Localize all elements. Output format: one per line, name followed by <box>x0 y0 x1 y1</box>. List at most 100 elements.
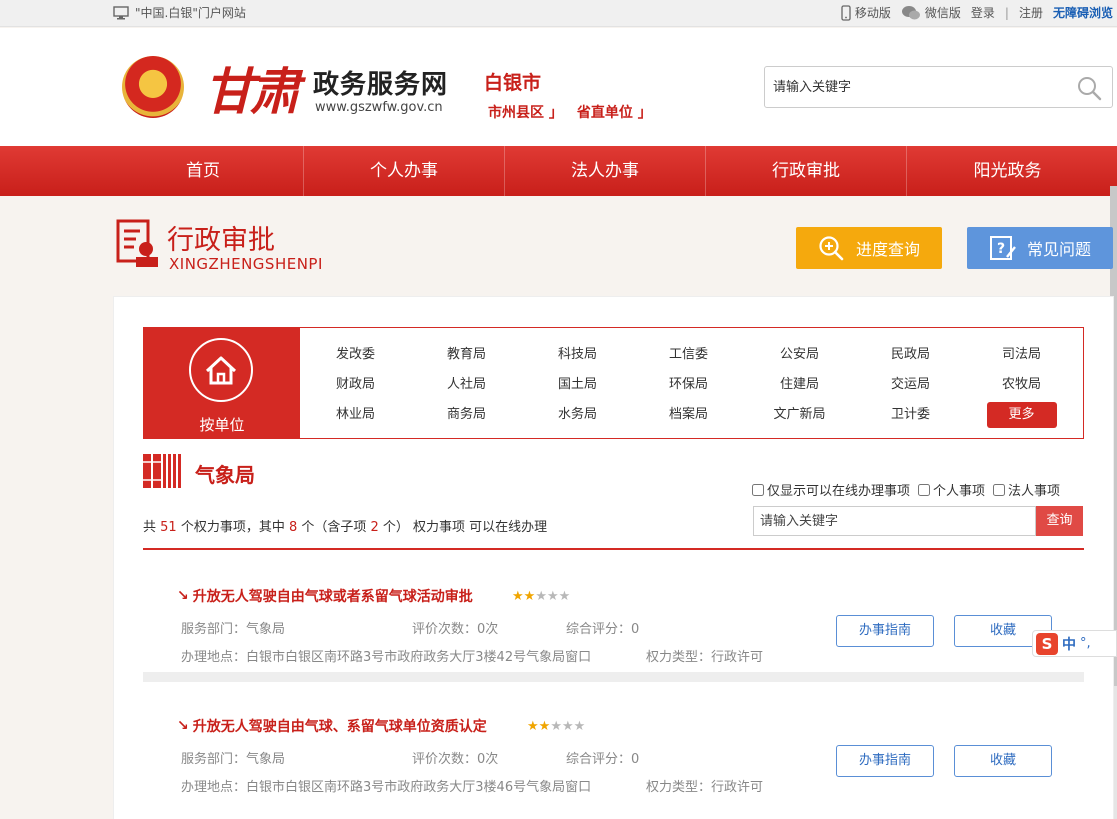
ime-mode[interactable]: 中 <box>1062 634 1076 654</box>
sogou-logo-icon[interactable]: S <box>1036 632 1058 655</box>
dept-link[interactable]: 科技局 <box>522 340 633 370</box>
bureau-title: 气象局 <box>195 463 255 487</box>
divider <box>143 548 1084 550</box>
dept-link[interactable]: 国土局 <box>522 370 633 400</box>
nav-transparent-government[interactable]: 阳光政务 <box>907 146 1108 196</box>
dept-link[interactable]: 文广新局 <box>744 400 855 430</box>
item-title-link[interactable]: ↘ 升放无人驾驶自由气球或者系留气球活动审批 <box>177 586 473 606</box>
city-districts-link[interactable]: 市州县区 」 <box>488 102 563 122</box>
dept-link[interactable]: 档案局 <box>633 400 744 430</box>
personal-items-filter[interactable]: 个人事项 <box>918 480 985 499</box>
item-search <box>753 506 1036 536</box>
nav-corporate-services[interactable]: 法人办事 <box>505 146 706 196</box>
more-departments-label: 更多 <box>986 402 1057 428</box>
item-title: 升放无人驾驶自由气球或者系留气球活动审批 <box>192 589 473 605</box>
top-bar: "中国.白银"门户网站 移动版 微信版 登录 | 注册 无障碍浏览 <box>0 0 1117 27</box>
header-search <box>764 66 1113 108</box>
star-icon: ★★★ <box>550 719 586 734</box>
faq-label: 常见问题 <box>1026 240 1091 259</box>
favorite-button[interactable]: 收藏 <box>954 745 1052 777</box>
provincial-units-link[interactable]: 省直单位 」 <box>577 102 652 122</box>
phone-icon <box>841 4 851 21</box>
header-search-input[interactable] <box>773 76 1073 98</box>
dept-link[interactable]: 水务局 <box>522 400 633 430</box>
service-guide-button[interactable]: 办事指南 <box>836 745 934 777</box>
magnifier-plus-icon <box>819 236 844 261</box>
service-location: 办理地点：白银市白银区南环路3号市政府政务大厅3楼46号气象局窗口 <box>181 780 592 795</box>
personal-items-checkbox[interactable] <box>918 483 931 496</box>
rating-stars: ★★★★★ <box>527 719 585 734</box>
svg-text:?: ? <box>997 241 1005 257</box>
dept-link[interactable]: 工信委 <box>633 340 744 370</box>
star-icon: ★★★ <box>535 589 571 604</box>
dept-link[interactable]: 卫计委 <box>855 400 966 430</box>
search-icon[interactable] <box>1076 75 1102 101</box>
gansu-calligraphy-logo[interactable]: 甘肃 <box>204 52 300 124</box>
item-search-input[interactable] <box>760 508 1030 534</box>
rating-stars: ★★★★★ <box>512 589 570 604</box>
login-link[interactable]: 登录 <box>971 4 995 21</box>
service-dept: 服务部门：气象局 <box>181 622 286 637</box>
divider <box>143 672 1084 682</box>
dept-link[interactable]: 发改委 <box>300 340 411 370</box>
personal-items-label: 个人事项 <box>933 484 986 499</box>
dept-link[interactable]: 交运局 <box>855 370 966 400</box>
item-title: 升放无人驾驶自由气球、系留气球单位资质认定 <box>192 719 487 735</box>
dept-link[interactable]: 住建局 <box>744 370 855 400</box>
nav-home[interactable]: 首页 <box>103 146 304 196</box>
portal-link[interactable]: "中国.白银"门户网站 <box>113 4 246 21</box>
item-title-link[interactable]: ↘ 升放无人驾驶自由气球、系留气球单位资质认定 <box>177 716 487 736</box>
nav-personal-services[interactable]: 个人办事 <box>304 146 505 196</box>
faq-button[interactable]: ? 常见问题 <box>967 227 1113 269</box>
dept-link[interactable]: 公安局 <box>744 340 855 370</box>
by-unit-tab[interactable]: 按单位 <box>144 328 300 438</box>
dept-link[interactable]: 农牧局 <box>966 370 1077 400</box>
dept-link[interactable]: 商务局 <box>411 400 522 430</box>
ime-punctuation[interactable]: °, <box>1080 636 1091 651</box>
online-only-filter[interactable]: 仅显示可以在线办理事项 <box>752 480 910 499</box>
site-url: www.gszwfw.gov.cn <box>315 100 443 115</box>
list-item: ↘ 升放无人驾驶自由气球或者系留气球活动审批 ★★★★★ 服务部门：气象局 评价… <box>143 560 1084 682</box>
query-button[interactable]: 查询 <box>1036 506 1083 536</box>
progress-query-button[interactable]: 进度查询 <box>796 227 942 269</box>
site-title: 政务服务网 <box>313 70 449 100</box>
dept-link[interactable]: 财政局 <box>300 370 411 400</box>
ime-toolbar[interactable]: S 中 °, <box>1032 630 1117 657</box>
sub-item-count: 2 <box>370 520 379 535</box>
question-edit-icon: ? <box>989 236 1016 260</box>
summary-text: 个（含子项 <box>297 520 371 535</box>
item-filters: 仅显示可以在线办理事项 个人事项 法人事项 <box>752 480 1060 499</box>
corporate-items-filter[interactable]: 法人事项 <box>993 480 1060 499</box>
site-header: 甘肃 政务服务网 www.gszwfw.gov.cn 白银市 市州县区 」 省直… <box>0 28 1117 146</box>
power-type: 权力类型：行政许可 <box>646 780 764 795</box>
star-icon: ★★ <box>527 719 551 734</box>
service-guide-button[interactable]: 办事指南 <box>836 615 934 647</box>
divider: | <box>1004 5 1009 20</box>
mobile-version-link[interactable]: 移动版 <box>841 4 891 21</box>
arrow-icon: ↘ <box>177 718 189 734</box>
dept-link[interactable]: 民政局 <box>855 340 966 370</box>
dept-link[interactable]: 司法局 <box>966 340 1077 370</box>
nav-administrative-approval[interactable]: 行政审批 <box>706 146 907 196</box>
portal-link-label: "中国.白银"门户网站 <box>135 6 246 20</box>
wechat-icon <box>901 5 920 19</box>
register-link[interactable]: 注册 <box>1019 4 1043 21</box>
books-icon <box>143 454 181 488</box>
national-emblem-logo <box>122 56 184 118</box>
home-icon <box>205 356 237 385</box>
star-icon: ★★ <box>512 589 536 604</box>
monitor-icon <box>113 5 129 19</box>
summary-text: 个权力事项，其中 <box>176 520 289 535</box>
review-count: 评价次数：0次 <box>412 752 499 767</box>
dept-link[interactable]: 人社局 <box>411 370 522 400</box>
corporate-items-checkbox[interactable] <box>993 483 1006 496</box>
online-only-checkbox[interactable] <box>752 483 764 496</box>
dept-link[interactable]: 教育局 <box>411 340 522 370</box>
dept-link[interactable]: 环保局 <box>633 370 744 400</box>
more-departments-button[interactable]: 更多 <box>966 400 1077 430</box>
accessible-browse-link[interactable]: 无障碍浏览 <box>1053 4 1113 21</box>
total-count: 51 <box>160 520 177 535</box>
progress-query-label: 进度查询 <box>855 240 920 259</box>
wechat-version-link[interactable]: 微信版 <box>901 4 961 21</box>
dept-link[interactable]: 林业局 <box>300 400 411 430</box>
